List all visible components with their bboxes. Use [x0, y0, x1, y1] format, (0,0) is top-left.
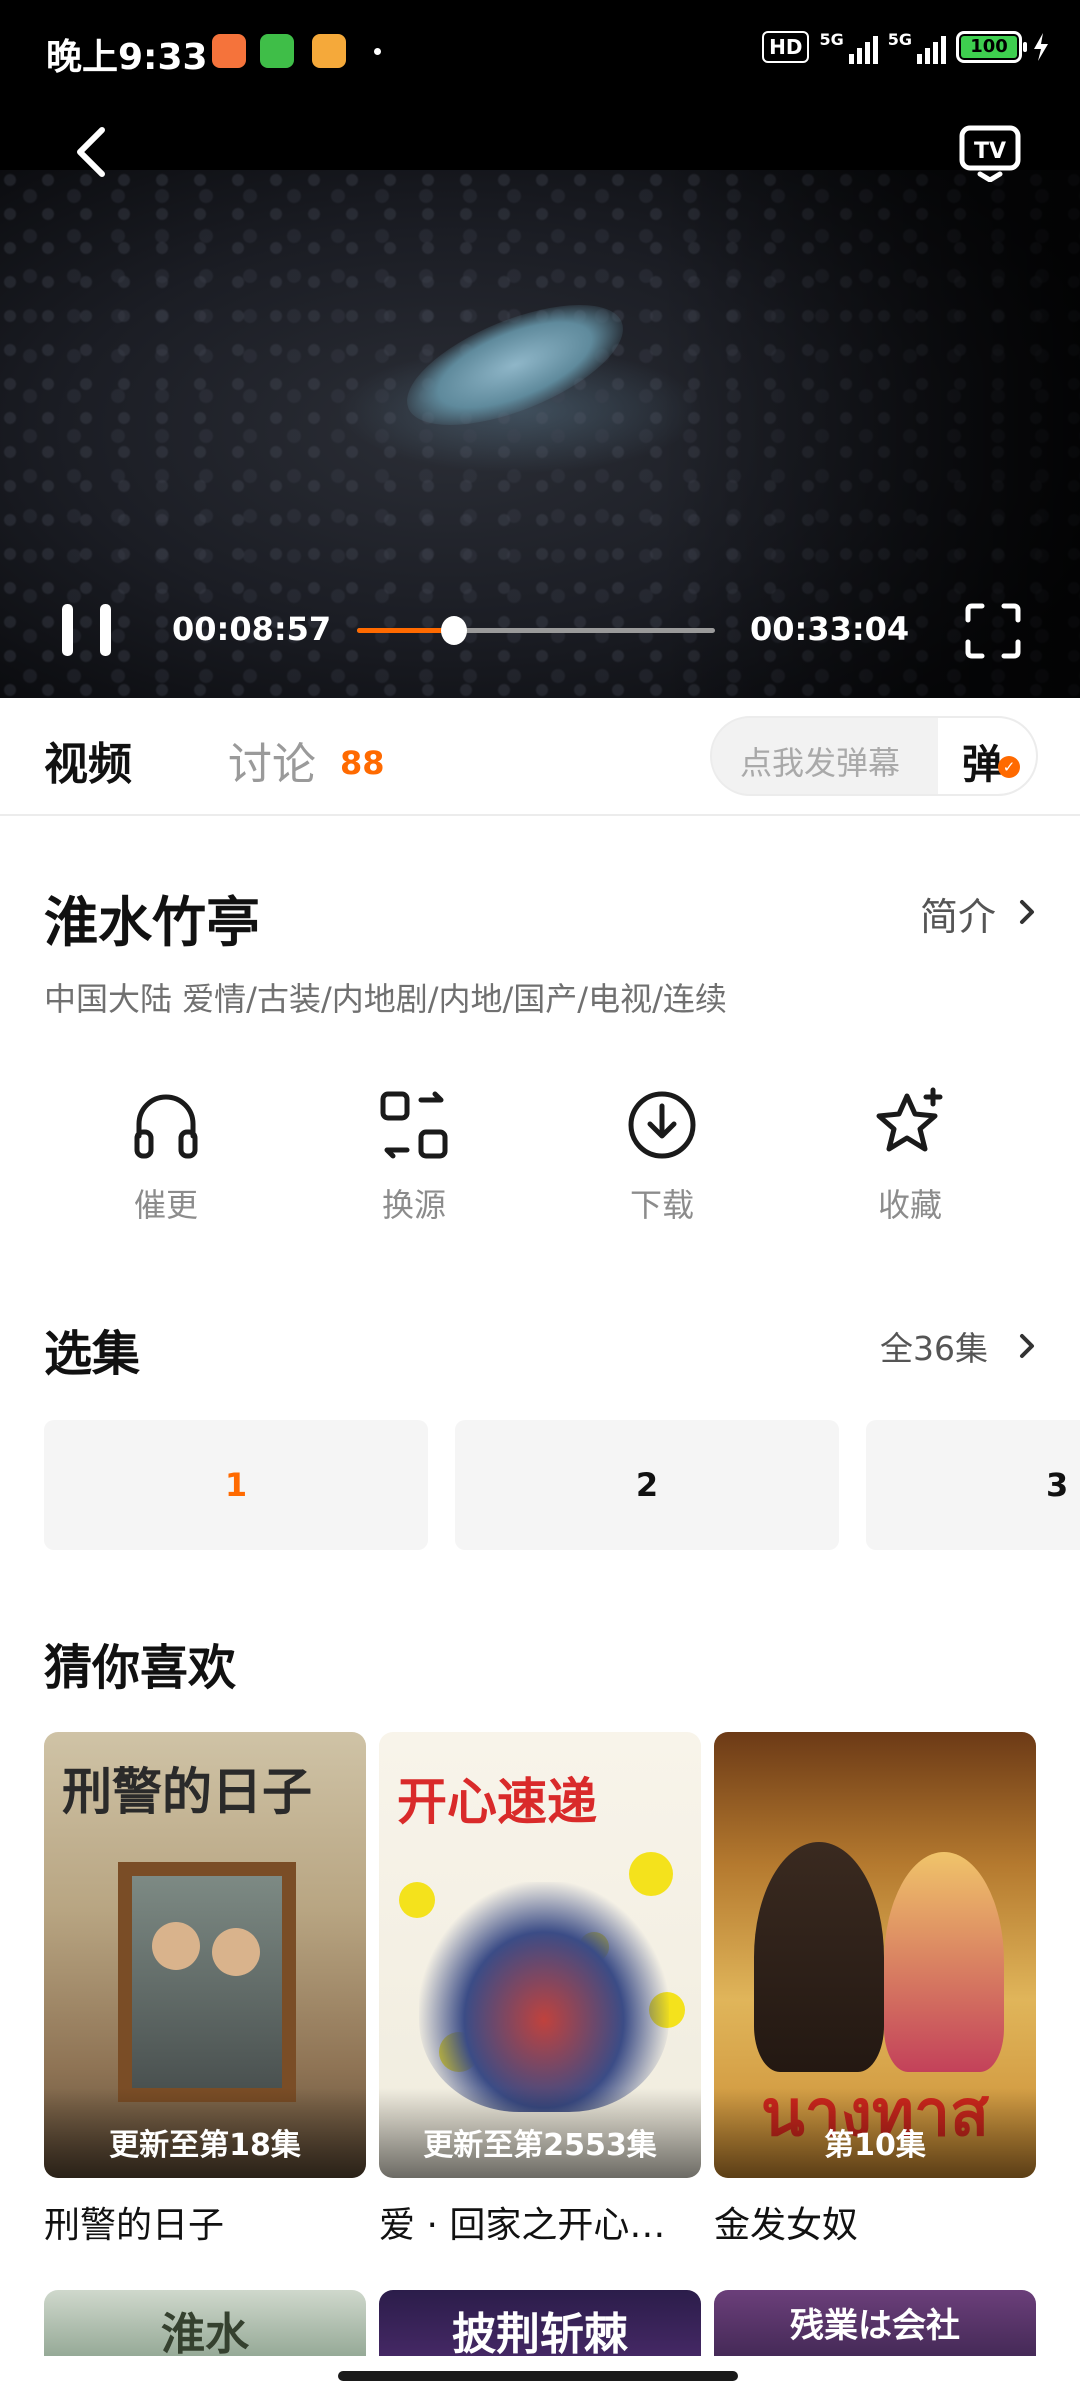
episodes-title: 选集 — [44, 1326, 141, 1382]
app-notification-icon — [260, 34, 294, 68]
poster-image[interactable]: 残業は会社 — [714, 2290, 1036, 2356]
headphones-icon — [134, 1094, 198, 1159]
card-title[interactable]: 刑警的日子 — [44, 2196, 366, 2248]
status-bar: 晚上9:33 HD 5G 5G 100 — [0, 0, 1080, 104]
danmu-icon: 弹 — [962, 742, 1002, 788]
poster-image[interactable]: นางทาส 第10集 — [714, 1732, 1036, 2178]
back-arrow-icon[interactable] — [68, 124, 112, 180]
poster-image[interactable]: 开心速递 更新至第2553集 — [379, 1732, 701, 2178]
poster-title: 刑警的日子 — [62, 1762, 312, 1821]
poster-image[interactable]: 披荆斩棘 — [379, 2290, 701, 2356]
app-notification-icon — [312, 34, 346, 68]
action-label: 换源 — [381, 1186, 446, 1224]
action-label: 催更 — [133, 1186, 198, 1224]
content-tabs: 视频 讨论 88 点我发弹幕 弹 ✓ — [0, 698, 1080, 816]
star-plus-icon — [876, 1087, 943, 1152]
pause-button[interactable] — [60, 604, 116, 656]
signal-icon: 5G — [819, 30, 878, 64]
progress-played — [357, 628, 455, 633]
show-meta: 中国大陆 爱情/古装/内地剧/内地/国产/电视/连续 — [44, 980, 727, 1018]
card-title[interactable]: 金发女奴 — [714, 2196, 1036, 2248]
poster-image[interactable]: 刑警的日子 更新至第18集 — [44, 1732, 366, 2178]
poster-caption: 更新至第18集 — [109, 2128, 301, 2163]
fullscreen-icon[interactable] — [964, 602, 1022, 660]
current-time: 00:08:57 — [172, 610, 332, 648]
chevron-right-icon[interactable] — [1012, 892, 1042, 932]
recommend-card[interactable]: นางทาส 第10集 金发女奴 — [714, 1732, 1036, 2248]
intro-link[interactable]: 简介 — [920, 886, 996, 941]
player-controls: 00:08:57 00:33:04 — [0, 590, 1080, 670]
discuss-count-badge: 88 — [340, 744, 385, 782]
app-notification-icon — [212, 34, 246, 68]
poster-image[interactable]: 淮水 — [44, 2290, 366, 2356]
download-button[interactable]: 下载 — [582, 1086, 742, 1236]
poster-caption: 第10集 — [824, 2128, 926, 2163]
progress-bar[interactable] — [357, 616, 715, 645]
poster-title: 开心速递 — [397, 1772, 597, 1831]
cast-tv-icon[interactable]: TV — [958, 124, 1022, 182]
home-indicator[interactable] — [338, 2371, 738, 2381]
danmu-bar: 点我发弹幕 弹 ✓ — [710, 716, 1038, 796]
episode-list: 1 2 3 — [0, 1420, 1080, 1552]
progress-thumb[interactable] — [441, 616, 468, 645]
recommend-title: 猜你喜欢 — [44, 1640, 237, 1696]
urge-update-button[interactable]: 催更 — [86, 1086, 246, 1236]
total-time: 00:33:04 — [750, 610, 910, 648]
card-title[interactable]: 爱 · 回家之开心速递 — [379, 2196, 701, 2248]
status-indicators: HD 5G 5G 100 — [762, 30, 1050, 64]
battery-icon: 100 — [956, 31, 1027, 63]
hd-voice-icon: HD — [762, 31, 810, 63]
all-episodes-link[interactable]: 全36集 — [880, 1322, 988, 1370]
tab-video[interactable]: 视频 — [44, 728, 132, 792]
poster-caption: 更新至第2553集 — [423, 2128, 657, 2163]
episode-item[interactable]: 3 — [866, 1420, 1080, 1550]
show-title: 淮水竹亭 — [44, 891, 260, 954]
action-label: 收藏 — [877, 1186, 942, 1224]
video-player[interactable]: TV 00:08:57 00:33:04 — [0, 104, 1080, 698]
action-label: 下载 — [629, 1186, 694, 1224]
favorite-button[interactable]: 收藏 — [830, 1086, 990, 1236]
tab-discuss[interactable]: 讨论 — [228, 728, 316, 792]
chevron-right-icon[interactable] — [1012, 1326, 1042, 1366]
switch-source-icon — [380, 1091, 448, 1159]
danmu-toggle-button[interactable]: 弹 ✓ — [938, 718, 1036, 794]
signal-icon: 5G — [888, 30, 946, 64]
more-notifications-icon — [374, 48, 381, 55]
episode-item[interactable]: 2 — [455, 1420, 839, 1550]
svg-text:TV: TV — [974, 139, 1006, 164]
recommend-card[interactable]: 刑警的日子 更新至第18集 刑警的日子 — [44, 1732, 366, 2248]
danmu-input[interactable]: 点我发弹幕 — [740, 738, 900, 784]
recommend-row-2: 淮水 披荆斩棘 残業は会社 — [0, 2290, 1080, 2356]
check-badge-icon: ✓ — [998, 756, 1020, 778]
action-row: 催更 换源 下载 收藏 — [0, 1086, 1080, 1246]
episode-item[interactable]: 1 — [44, 1420, 428, 1550]
charging-icon — [1034, 33, 1048, 61]
battery-level: 100 — [961, 36, 1017, 58]
switch-source-button[interactable]: 换源 — [334, 1086, 494, 1236]
recommend-card[interactable]: 开心速递 更新至第2553集 爱 · 回家之开心速递 — [379, 1732, 701, 2248]
status-time: 晚上9:33 — [46, 37, 208, 78]
download-icon — [628, 1091, 696, 1159]
